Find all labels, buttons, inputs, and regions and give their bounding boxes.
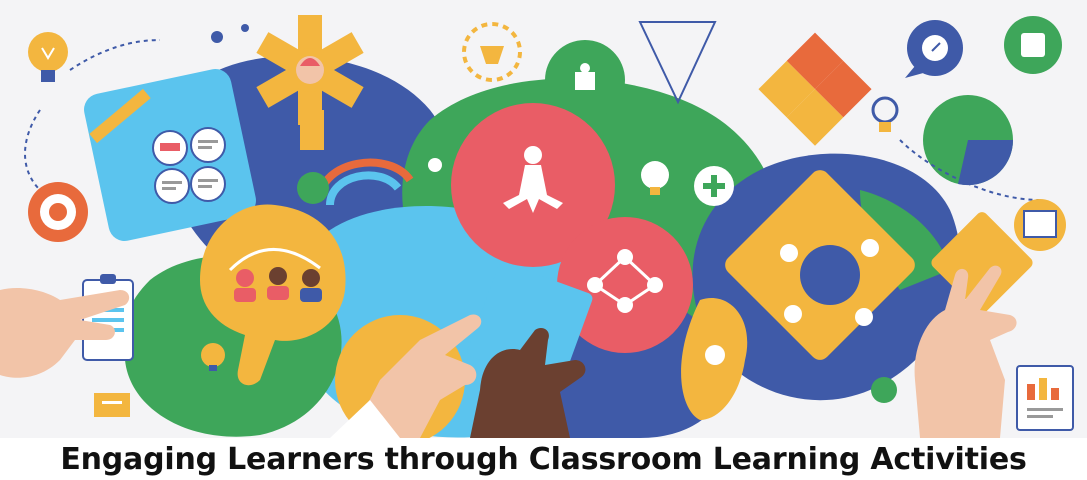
collage-illustration	[0, 0, 1087, 438]
yellow-post	[300, 110, 324, 150]
caption-title: Engaging Learners through Classroom Lear…	[60, 441, 1027, 477]
blue-center-disc	[800, 245, 860, 305]
green-dot-right	[871, 377, 897, 403]
target-icon	[28, 182, 88, 242]
notes-icon	[1014, 199, 1066, 251]
bar-chart-card	[1016, 365, 1074, 431]
caption-bar: Engaging Learners through Classroom Lear…	[0, 438, 1087, 480]
shield-dot	[705, 345, 725, 365]
dot-blue-2	[241, 24, 249, 32]
pie-chart-icon	[923, 95, 1014, 186]
clipboard-icon	[82, 274, 134, 361]
dot-white	[428, 158, 442, 172]
plus-icon	[694, 166, 734, 206]
infographic-banner: Engaging Learners through Classroom Lear…	[0, 0, 1087, 480]
dot-blue	[211, 31, 223, 43]
green-dot	[297, 172, 329, 204]
clock-icon	[1004, 16, 1062, 74]
document-icon	[94, 393, 130, 417]
